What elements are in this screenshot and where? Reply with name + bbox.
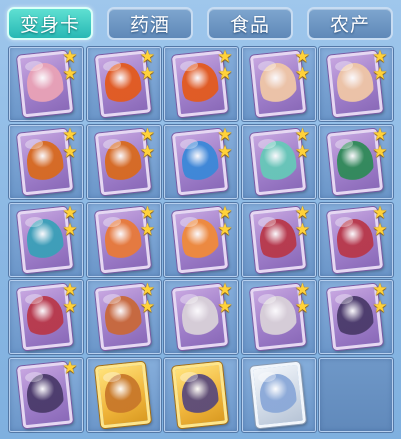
inventory-slot[interactable]: ★ ★ (163, 279, 239, 356)
tab-transform-card[interactable]: 变身卡 (7, 7, 93, 40)
inventory-slot[interactable]: ★ (8, 357, 84, 434)
inventory-slot[interactable]: ★ ★ (8, 46, 84, 122)
inventory-slot[interactable]: ★ ★ (318, 123, 394, 200)
star-icon: ★ (294, 219, 311, 240)
inventory-slot[interactable]: ★ ★ (8, 201, 84, 278)
star-rating: ★ ★ (61, 49, 79, 83)
star-icon: ★ (372, 219, 388, 240)
star-rating: ★ ★ (216, 282, 234, 316)
star-rating: ★ ★ (139, 204, 157, 240)
category-tab-bar: 变身卡 药酒 食品 农产 (0, 0, 401, 46)
inventory-slot[interactable]: ★ ★ (240, 279, 317, 356)
star-icon: ★ (294, 141, 311, 162)
star-icon: ★ (62, 219, 78, 240)
star-rating: ★ ★ (371, 49, 389, 83)
star-rating: ★ ★ (294, 282, 312, 316)
inventory-slot[interactable]: ★ ★ (163, 201, 239, 278)
inventory-slot[interactable]: ★ ★ (240, 46, 317, 122)
inventory-slot[interactable] (240, 357, 317, 434)
tab-medicine-wine-label: 药酒 (129, 14, 170, 36)
star-rating: ★ ★ (371, 282, 389, 316)
star-rating: ★ ★ (61, 282, 79, 316)
inventory-slot[interactable]: ★ ★ (8, 279, 84, 356)
inventory-slot[interactable]: ★ ★ (163, 46, 239, 122)
star-icon: ★ (139, 64, 156, 84)
inventory-slot[interactable]: ★ ★ (85, 46, 162, 122)
star-icon: ★ (372, 141, 388, 162)
inventory-slot[interactable]: ★ ★ (8, 123, 84, 200)
star-icon: ★ (217, 141, 233, 162)
star-rating: ★ ★ (294, 204, 312, 240)
tab-food[interactable]: 食品 (207, 7, 293, 40)
inventory-slot[interactable]: ★ ★ (318, 279, 394, 356)
star-icon: ★ (294, 64, 311, 84)
star-icon: ★ (217, 64, 233, 84)
star-rating: ★ ★ (371, 126, 389, 162)
star-icon: ★ (62, 64, 78, 84)
inventory-slot[interactable]: ★ ★ (163, 123, 239, 200)
inventory-grid: ★ ★ ★ ★ ★ ★ ★ ★ ★ ★ ★ ★ ★ ★ ★ ★ ★ ★ ★ ★ ★ ★ ★ ★ ★ ★ ★ ★ ★ ★ ★ ★ ★ ★ ★ ★ ★ ★ ★ ★… (8, 46, 394, 437)
star-icon: ★ (139, 141, 156, 162)
star-icon: ★ (294, 297, 311, 318)
tab-farm-produce[interactable]: 农产 (307, 7, 393, 40)
inventory-slot[interactable]: ★ ★ (240, 201, 317, 278)
star-rating: ★ ★ (294, 49, 312, 83)
star-rating: ★ ★ (61, 204, 79, 240)
star-rating: ★ ★ (216, 204, 234, 240)
star-icon: ★ (372, 297, 388, 318)
star-rating: ★ ★ (139, 126, 157, 162)
inventory-slot[interactable]: ★ ★ (318, 201, 394, 278)
star-rating: ★ ★ (371, 204, 389, 240)
star-icon: ★ (139, 297, 156, 318)
star-rating: ★ ★ (216, 126, 234, 162)
gold-monkey-card (94, 361, 151, 429)
star-rating: ★ ★ (294, 126, 312, 162)
star-rating: ★ ★ (139, 49, 157, 83)
inventory-slot[interactable]: ★ ★ (85, 279, 162, 356)
empty-slot[interactable] (318, 357, 394, 434)
star-icon: ★ (372, 64, 388, 84)
silver-beast-card (249, 361, 306, 429)
star-rating: ★ ★ (216, 49, 234, 83)
inventory-slot[interactable] (163, 357, 239, 434)
inventory-slot[interactable]: ★ ★ (318, 46, 394, 122)
inventory-slot[interactable]: ★ ★ (85, 123, 162, 200)
star-icon: ★ (217, 297, 233, 318)
inventory-slot[interactable]: ★ ★ (240, 123, 317, 200)
star-icon: ★ (139, 219, 156, 240)
gold-sorcerer-card (171, 361, 229, 429)
star-icon: ★ (62, 297, 78, 318)
tab-medicine-wine[interactable]: 药酒 (107, 7, 193, 40)
star-rating: ★ ★ (61, 126, 79, 162)
tab-transform-card-label: 变身卡 (19, 14, 80, 36)
star-rating: ★ (61, 360, 79, 377)
star-icon: ★ (217, 219, 233, 240)
inventory-slot[interactable] (85, 357, 162, 434)
inventory-slot[interactable]: ★ ★ (85, 201, 162, 278)
star-rating: ★ ★ (139, 282, 157, 316)
tab-farm-produce-label: 农产 (329, 14, 370, 36)
tab-food-label: 食品 (229, 14, 270, 36)
star-icon: ★ (62, 141, 78, 162)
star-icon: ★ (62, 358, 78, 379)
